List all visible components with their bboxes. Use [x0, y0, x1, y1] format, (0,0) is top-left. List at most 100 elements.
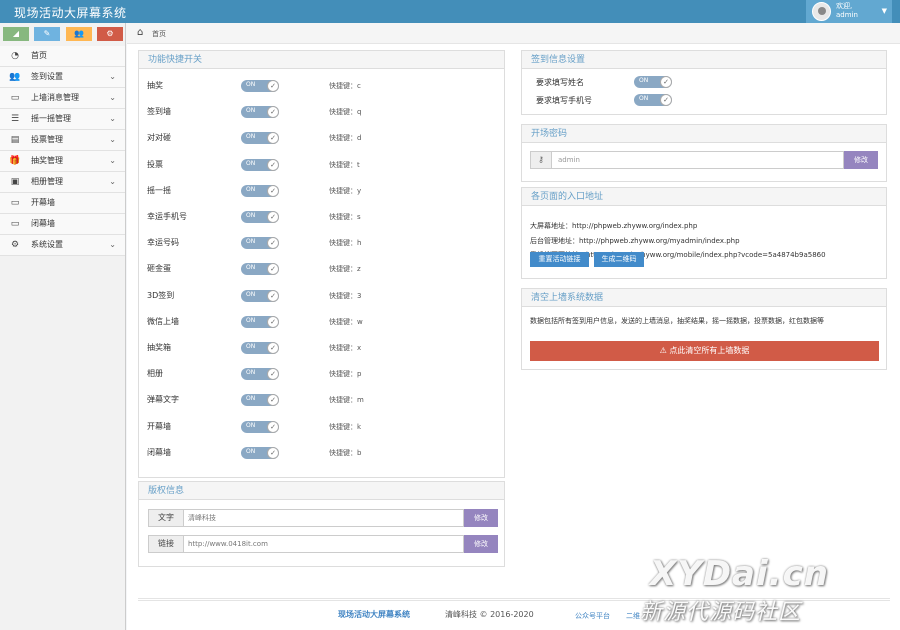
sidebar-item[interactable]: ▭ 上墙消息管理 ⌄	[0, 88, 125, 109]
function-toggle-switch[interactable]: ON ✓	[241, 158, 279, 171]
chevron-down-icon: ⌄	[109, 114, 116, 123]
bigscreen-url[interactable]: 大屏幕地址：http://phpweb.zhyww.org/index.php	[530, 221, 697, 231]
toggle-on-label: ON	[246, 369, 256, 377]
pencil-shortcut-button[interactable]: ✎	[34, 27, 60, 41]
function-toggle-row: 相册 ON ✓ 快捷键：p	[139, 365, 504, 383]
sidebar-item[interactable]: 👥 签到设置 ⌄	[0, 67, 125, 88]
panel-title: 开场密码	[522, 125, 886, 143]
clear-all-data-button[interactable]: ⚠ 点此清空所有上墙数据	[530, 341, 879, 361]
function-toggle-switch[interactable]: ON ✓	[241, 263, 279, 276]
sidebar-item[interactable]: ▤ 投票管理 ⌄	[0, 130, 125, 151]
function-toggle-switch[interactable]: ON ✓	[241, 80, 279, 92]
sidebar-item-label: 摇一摇管理	[31, 114, 71, 123]
copyright-link-input[interactable]: http://www.0418it.com	[184, 535, 464, 553]
check-icon: ✓	[267, 158, 279, 171]
signin-toggle-switch[interactable]: ON ✓	[634, 76, 672, 88]
function-toggle-switch[interactable]: ON ✓	[241, 368, 279, 381]
sidebar-item[interactable]: ⚙ 系统设置 ⌄	[0, 235, 125, 256]
copyright-text-label: 文字	[148, 509, 184, 527]
function-hotkey: 快捷键：z	[329, 264, 361, 274]
hotkey-prefix: 快捷键：	[329, 186, 357, 195]
sidebar-item[interactable]: ▭ 开幕墙	[0, 193, 125, 214]
function-toggle-row: 闭幕墙 ON ✓ 快捷键：b	[139, 444, 504, 462]
breadcrumb: ⌂ 首页	[127, 23, 900, 44]
function-name: 微信上墙	[147, 316, 179, 326]
function-name: 3D签到	[147, 290, 175, 300]
toggle-on-label: ON	[246, 81, 256, 88]
function-toggle-switch[interactable]: ON ✓	[241, 237, 279, 250]
function-toggle-switch[interactable]: ON ✓	[241, 394, 279, 407]
function-name: 砸金蛋	[147, 264, 171, 274]
check-icon: ✓	[660, 94, 672, 106]
function-toggle-row: 微信上墙 ON ✓ 快捷键：w	[139, 313, 504, 331]
sidebar-item[interactable]: ◔ 首页	[0, 46, 125, 67]
hotkey-prefix: 快捷键：	[329, 239, 357, 248]
check-icon: ✓	[267, 315, 279, 328]
footer-link-public-account[interactable]: 公众号平台	[575, 611, 610, 621]
function-toggle-switch[interactable]: ON ✓	[241, 315, 279, 328]
panel-title: 版权信息	[139, 482, 504, 500]
desktop-icon: ▭	[10, 198, 20, 208]
function-name: 弹幕文字	[147, 395, 179, 405]
desktop-icon: ▭	[10, 93, 20, 103]
hotkey-prefix: 快捷键：	[329, 422, 357, 431]
function-toggle-switch[interactable]: ON ✓	[241, 446, 279, 459]
welcome-text: 欢迎,	[836, 2, 853, 10]
cogs-shortcut-button[interactable]: ⚙	[97, 27, 123, 41]
function-toggle-row: 3D签到 ON ✓ 快捷键：3	[139, 287, 504, 305]
signin-toggle-switch[interactable]: ON ✓	[634, 94, 672, 106]
footer-link-qrcode[interactable]: 二维	[626, 611, 640, 621]
function-toggle-row: 抽奖 ON ✓ 快捷键：c	[139, 77, 504, 95]
hotkey-key: 3	[357, 291, 362, 300]
toggle-on-label: ON	[246, 343, 256, 350]
function-hotkey: 快捷键：y	[329, 186, 361, 196]
function-toggle-switch[interactable]: ON ✓	[241, 211, 279, 223]
key-icon: ⚷	[530, 151, 552, 169]
copyright-text-modify-button[interactable]: 修改	[464, 509, 498, 527]
sidebar-item[interactable]: 🎁 抽奖管理 ⌄	[0, 151, 125, 172]
sidebar-item-label: 抽奖管理	[31, 156, 63, 165]
signin-setting-row: 要求填写手机号 ON ✓	[536, 94, 686, 108]
watermark-text: 新源代源码社区	[640, 600, 802, 625]
generate-qrcode-button[interactable]: 生成二维码	[594, 252, 644, 267]
function-hotkey: 快捷键：s	[329, 212, 361, 222]
hotkey-key: y	[357, 186, 362, 195]
sidebar-item-label: 相册管理	[31, 177, 63, 186]
chevron-down-icon: ⌄	[109, 72, 116, 81]
function-toggle-switch[interactable]: ON ✓	[241, 342, 279, 354]
function-toggle-switch[interactable]: ON ✓	[241, 184, 279, 197]
breadcrumb-home[interactable]: 首页	[152, 29, 166, 39]
reset-link-button[interactable]: 重置活动链接	[530, 252, 589, 267]
user-welcome: 欢迎, admin	[836, 2, 858, 20]
hotkey-prefix: 快捷键：	[329, 344, 357, 352]
function-toggle-switch[interactable]: ON ✓	[241, 420, 279, 433]
user-menu[interactable]: 欢迎, admin ▼	[806, 0, 892, 23]
opening-password-panel: 开场密码 ⚷ admin 修改	[521, 124, 887, 182]
cog-icon: ⚙	[10, 240, 20, 250]
check-icon: ✓	[267, 289, 279, 302]
sidebar-item-label: 首页	[31, 51, 47, 60]
function-toggle-switch[interactable]: ON ✓	[241, 132, 279, 145]
users-shortcut-button[interactable]: 👥	[66, 27, 92, 41]
admin-url[interactable]: 后台管理地址：http://phpweb.zhyww.org/myadmin/i…	[530, 236, 740, 246]
signin-setting-name: 要求填写手机号	[536, 96, 592, 105]
function-toggle-switch[interactable]: ON ✓	[241, 289, 279, 302]
function-hotkey: 快捷键：d	[329, 133, 361, 143]
sidebar-item[interactable]: ▣ 相册管理 ⌄	[0, 172, 125, 193]
copyright-link-modify-button[interactable]: 修改	[464, 535, 498, 553]
function-toggle-switch[interactable]: ON ✓	[241, 106, 279, 119]
copyright-text-input[interactable]: 清峰科技	[184, 509, 464, 527]
sidebar-item[interactable]: ▭ 闭幕墙	[0, 214, 125, 235]
panel-title: 功能快捷开关	[139, 51, 504, 69]
hotkey-prefix: 快捷键：	[329, 82, 357, 90]
function-hotkey: 快捷键：p	[329, 369, 361, 379]
app-title[interactable]: 现场活动大屏幕系统	[14, 4, 127, 21]
function-name: 抽奖箱	[147, 343, 171, 352]
gift-icon: 🎁	[9, 156, 21, 166]
password-input[interactable]: admin	[552, 151, 844, 169]
function-hotkey: 快捷键：h	[329, 238, 361, 248]
signal-shortcut-button[interactable]: ◢	[3, 27, 29, 41]
sidebar-item[interactable]: ☰ 摇一摇管理 ⌄	[0, 109, 125, 130]
password-modify-button[interactable]: 修改	[844, 151, 878, 169]
hotkey-key: w	[357, 317, 363, 326]
